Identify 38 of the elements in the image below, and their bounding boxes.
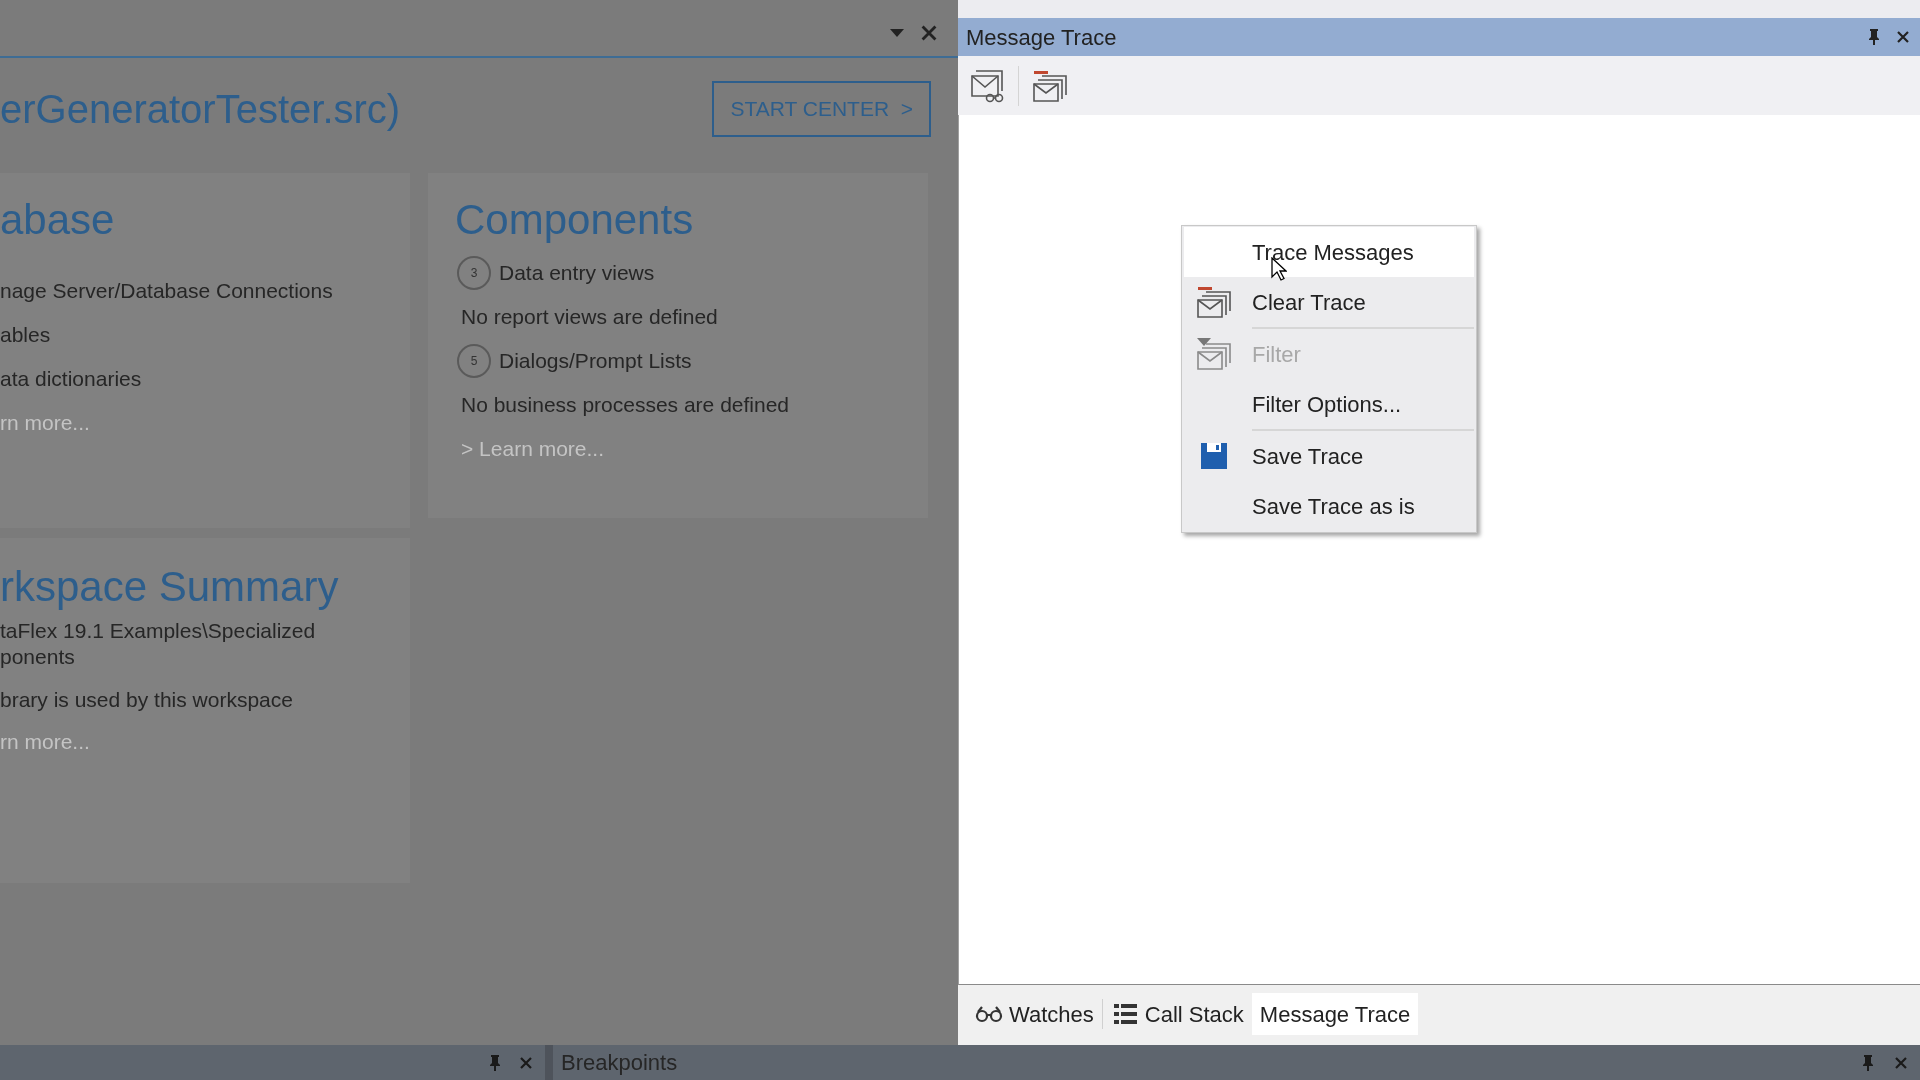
close-icon[interactable]	[519, 1055, 533, 1070]
dropdown-arrow-icon[interactable]	[890, 29, 904, 37]
learn-more-link[interactable]: rn more...	[0, 401, 410, 445]
menu-item[interactable]: Clear Trace	[1184, 277, 1474, 327]
summary-text: brary is used by this workspace	[0, 687, 294, 713]
card-heading: abase	[0, 195, 116, 245]
card-heading: rkspace Summary	[0, 562, 340, 612]
pin-icon[interactable]	[489, 1053, 501, 1072]
project-title: erGeneratorTester.src)	[0, 86, 401, 133]
component-link[interactable]: Dialogs/Prompt Lists	[499, 345, 692, 377]
panel-title: Message Trace	[966, 23, 1117, 52]
database-link[interactable]: ables	[0, 313, 410, 357]
learn-more-link[interactable]: rn more...	[0, 720, 410, 764]
pin-icon[interactable]	[1862, 1053, 1874, 1072]
component-link[interactable]: Data entry views	[499, 257, 655, 289]
count-badge: 3	[457, 256, 491, 290]
menu-item[interactable]: Save Trace	[1184, 431, 1474, 481]
menu-item[interactable]: Save Trace as is	[1184, 481, 1474, 531]
count-badge: 5	[457, 344, 491, 378]
glasses-icon	[975, 1005, 1003, 1023]
close-icon[interactable]	[1896, 30, 1910, 44]
menu-item[interactable]: Filter Options...	[1184, 379, 1474, 429]
stacked-envelopes-icon[interactable]	[1195, 284, 1233, 320]
database-link[interactable]: nage Server/Database Connections	[0, 269, 410, 313]
panel-tab[interactable]: Message Trace	[1251, 993, 1419, 1035]
pin-icon[interactable]	[1868, 28, 1880, 46]
card-heading: Components	[455, 195, 695, 245]
close-icon[interactable]	[920, 24, 938, 42]
summary-text: taFlex 19.1 Examples\Specialized	[0, 618, 317, 644]
envelope-glasses-icon[interactable]	[968, 67, 1006, 104]
database-link[interactable]: ata dictionaries	[0, 357, 410, 401]
close-icon[interactable]	[1894, 1055, 1908, 1070]
component-note: No report views are defined	[460, 304, 719, 330]
panel-title: Breakpoints	[561, 1049, 678, 1077]
learn-more-link[interactable]: > Learn more...	[455, 427, 928, 471]
menu-item[interactable]: Trace Messages	[1184, 227, 1474, 277]
summary-text: ponents	[0, 644, 76, 670]
component-note: No business processes are defined	[460, 392, 791, 418]
